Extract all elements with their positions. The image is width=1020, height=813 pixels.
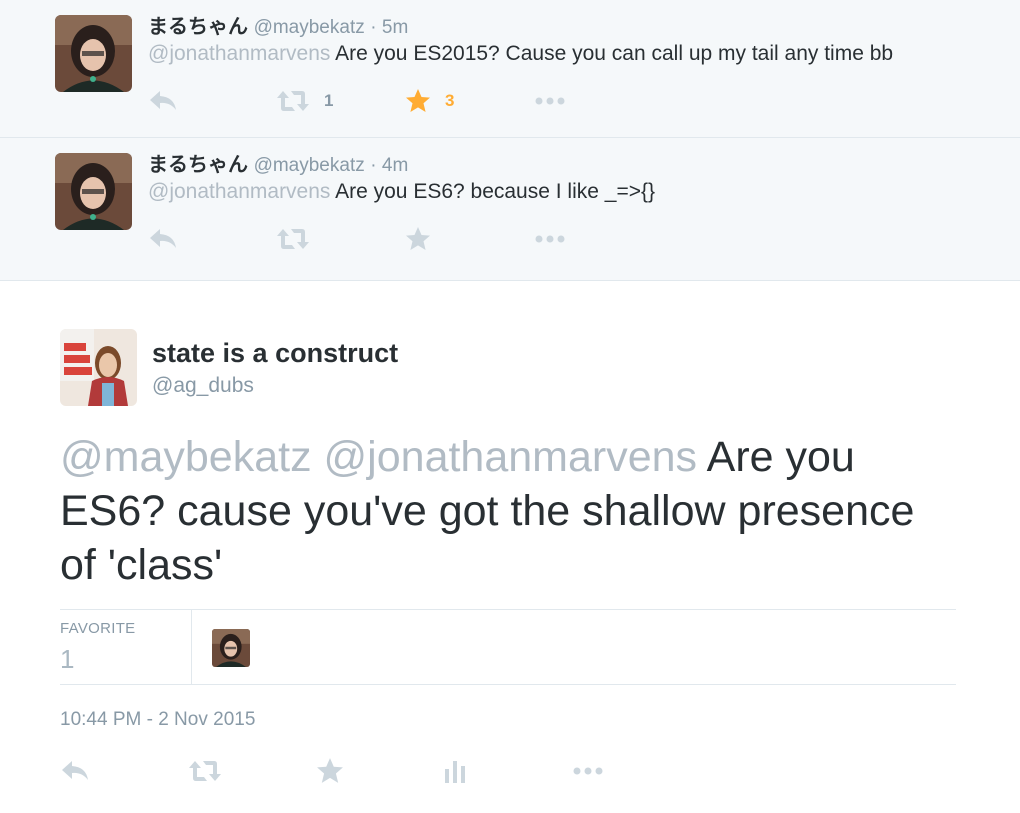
- retweet-count: 1: [324, 91, 334, 110]
- screenname[interactable]: @maybekatz: [254, 17, 365, 38]
- retweet-icon: [188, 757, 222, 785]
- analytics-icon: [444, 757, 468, 785]
- screenname[interactable]: @maybekatz: [254, 155, 365, 176]
- tweet-body: Are you ES2015? Cause you can call up my…: [335, 42, 894, 65]
- favorite-count: 3: [445, 91, 455, 110]
- retweet-button[interactable]: [188, 757, 222, 785]
- star-icon: [405, 88, 431, 114]
- retweet-icon: [276, 88, 310, 114]
- avatar[interactable]: [55, 15, 132, 92]
- reply-icon: [148, 226, 178, 252]
- tweet-actions: [60, 757, 620, 787]
- reply-icon: [60, 757, 90, 785]
- avatar[interactable]: [55, 153, 132, 230]
- mention-link[interactable]: @jonathanmarvens: [148, 42, 330, 65]
- mention-link[interactable]: @maybekatz: [60, 433, 312, 481]
- reply-button[interactable]: [148, 226, 178, 252]
- tweet-header: まるちゃん @maybekatz · 5m: [148, 10, 408, 39]
- more-icon: [572, 757, 604, 785]
- favorite-label[interactable]: FAVORITE: [60, 620, 135, 637]
- fullname[interactable]: state is a construct: [152, 338, 398, 369]
- reply-icon: [148, 88, 178, 114]
- tweet-text: @jonathanmarvens Are you ES6? because I …: [148, 180, 655, 204]
- analytics-button[interactable]: [444, 757, 468, 785]
- avatar[interactable]: [60, 329, 137, 406]
- more-button[interactable]: [534, 226, 566, 252]
- tweet-actions: [148, 226, 608, 254]
- mention-link[interactable]: @jonathanmarvens: [148, 180, 330, 203]
- tweet-time[interactable]: · 5m: [370, 17, 408, 38]
- fullname[interactable]: まるちゃん: [148, 154, 248, 176]
- more-icon: [534, 226, 566, 252]
- reply-tweet[interactable]: まるちゃん @maybekatz · 5m @jonathanmarvens A…: [0, 0, 1020, 138]
- tweet-text: @jonathanmarvens Are you ES2015? Cause y…: [148, 42, 893, 66]
- retweet-icon: [276, 226, 310, 252]
- favorite-button[interactable]: [316, 757, 344, 785]
- favorite-button[interactable]: [405, 226, 431, 252]
- more-button[interactable]: [572, 757, 604, 785]
- tweet-text: @maybekatz @jonathanmarvens Are you ES6?…: [60, 430, 960, 592]
- mention-link[interactable]: @jonathanmarvens: [324, 433, 698, 481]
- tweet-time[interactable]: · 4m: [370, 155, 408, 176]
- stats-divider: [191, 610, 192, 685]
- tweet-body: Are you ES6? because I like _=>{}: [335, 180, 656, 203]
- tweet-stats: FAVORITE 1: [60, 609, 956, 685]
- tweet-header: まるちゃん @maybekatz · 4m: [148, 148, 408, 177]
- screenname[interactable]: @ag_dubs: [152, 374, 254, 398]
- favoriter-avatar[interactable]: [212, 629, 250, 667]
- reply-button[interactable]: [148, 88, 178, 114]
- favorite-count[interactable]: 1: [60, 644, 74, 675]
- retweet-button[interactable]: 1: [276, 88, 333, 114]
- more-button[interactable]: [534, 88, 566, 114]
- star-icon: [316, 757, 344, 785]
- tweet-timestamp[interactable]: 10:44 PM - 2 Nov 2015: [60, 709, 255, 731]
- reply-button[interactable]: [60, 757, 90, 785]
- more-icon: [534, 88, 566, 114]
- favorite-button[interactable]: 3: [405, 88, 454, 114]
- reply-tweet[interactable]: まるちゃん @maybekatz · 4m @jonathanmarvens A…: [0, 138, 1020, 281]
- star-icon: [405, 226, 431, 252]
- retweet-button[interactable]: [276, 226, 310, 252]
- tweet-actions: 1 3: [148, 88, 608, 116]
- fullname[interactable]: まるちゃん: [148, 16, 248, 38]
